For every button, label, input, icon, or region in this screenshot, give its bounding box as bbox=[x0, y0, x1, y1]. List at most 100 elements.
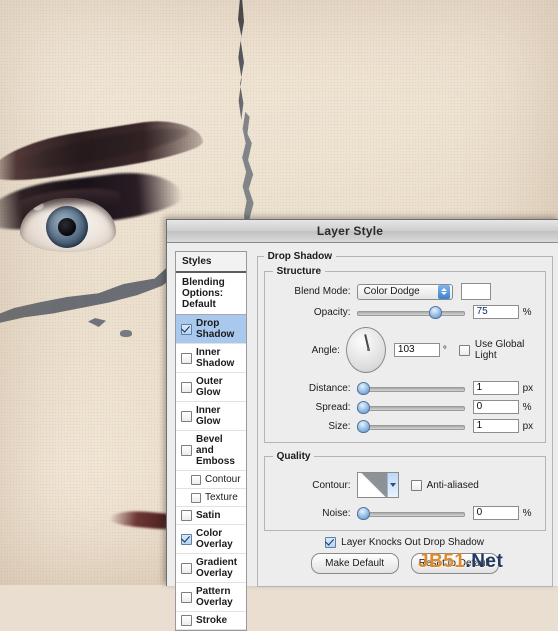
knockout-label: Layer Knocks Out Drop Shadow bbox=[341, 537, 484, 548]
slider-track bbox=[356, 425, 465, 430]
noise-input[interactable] bbox=[472, 506, 519, 520]
checkbox-bevel-and-emboss[interactable] bbox=[181, 445, 192, 456]
contour-preview[interactable] bbox=[356, 472, 399, 498]
distance-slider[interactable] bbox=[356, 382, 465, 395]
spread-slider[interactable] bbox=[356, 401, 465, 414]
checkbox-inner-shadow[interactable] bbox=[181, 352, 192, 364]
effect-item-inner-glow[interactable]: Inner Glow bbox=[176, 402, 246, 431]
checkbox-layer-knocks-out-drop-shadow[interactable] bbox=[325, 537, 337, 548]
structure-group: Structure Blend Mode: Color Dodge Opacit… bbox=[263, 266, 546, 443]
use-global-light-row[interactable]: Use Global Light bbox=[458, 339, 537, 361]
effect-label: Inner Shadow bbox=[196, 347, 235, 369]
checkbox-inner-glow[interactable] bbox=[181, 410, 192, 422]
effect-label: Color Overlay bbox=[196, 528, 233, 550]
shadow-color-swatch[interactable] bbox=[460, 283, 491, 300]
effect-label: Satin bbox=[196, 510, 221, 521]
effect-item-contour[interactable]: Contour bbox=[176, 471, 246, 489]
make-default-button[interactable]: Make Default bbox=[310, 553, 399, 574]
use-global-light-label: Use Global Light bbox=[474, 339, 525, 361]
settings-column: Drop Shadow Structure Blend Mode: Color … bbox=[253, 243, 558, 587]
effect-item-texture[interactable]: Texture bbox=[176, 489, 246, 507]
opacity-unit: % bbox=[522, 306, 532, 318]
anti-aliased-row[interactable]: Anti-aliased bbox=[410, 479, 479, 491]
styles-list: Styles Blending Options: Default Drop Sh… bbox=[175, 251, 247, 631]
effect-label: Pattern Overlay bbox=[196, 586, 233, 608]
effect-item-color-overlay[interactable]: Color Overlay bbox=[176, 525, 246, 554]
drop-shadow-group-title: Drop Shadow bbox=[267, 251, 333, 262]
effect-item-bevel-and-emboss[interactable]: Bevel and Emboss bbox=[176, 431, 246, 471]
size-input[interactable] bbox=[472, 419, 519, 433]
noise-label: Noise: bbox=[322, 507, 351, 519]
checkbox-color-overlay[interactable] bbox=[181, 533, 192, 545]
structure-group-title: Structure bbox=[276, 266, 322, 277]
blending-options-item[interactable]: Blending Options: Default bbox=[176, 273, 246, 315]
checkbox-drop-shadow[interactable] bbox=[181, 323, 192, 335]
effect-label: Stroke bbox=[196, 615, 228, 626]
effect-item-outer-glow[interactable]: Outer Glow bbox=[176, 373, 246, 402]
angle-input[interactable] bbox=[393, 343, 440, 357]
size-label: Size: bbox=[328, 420, 351, 432]
effect-item-drop-shadow[interactable]: Drop Shadow bbox=[176, 315, 246, 344]
spread-row: Spread: % bbox=[273, 400, 537, 414]
checkbox-gradient-overlay[interactable] bbox=[181, 562, 192, 574]
checkbox-contour[interactable] bbox=[191, 474, 201, 485]
contour-label: Contour: bbox=[312, 479, 351, 491]
dialog-title: Layer Style bbox=[316, 224, 384, 238]
slider-thumb[interactable] bbox=[356, 382, 370, 395]
angle-center-dot bbox=[366, 348, 370, 351]
quality-group: Quality Contour: Anti-aliased Noise: 0 % bbox=[263, 451, 546, 531]
checkbox-use-global-light[interactable] bbox=[458, 344, 470, 356]
opacity-row: Opacity: % bbox=[273, 305, 537, 319]
effect-label: Contour bbox=[205, 474, 241, 485]
checkbox-pattern-overlay[interactable] bbox=[181, 591, 192, 603]
slider-thumb[interactable] bbox=[356, 401, 370, 414]
effect-item-satin[interactable]: Satin bbox=[176, 507, 246, 525]
effect-label: Gradient Overlay bbox=[196, 557, 238, 579]
distance-row: Distance: px bbox=[273, 381, 537, 395]
angle-dial[interactable] bbox=[345, 327, 386, 373]
effects-list: Drop Shadow Inner Shadow Outer Glow Inne… bbox=[176, 315, 246, 630]
knockout-row[interactable]: Layer Knocks Out Drop Shadow bbox=[325, 537, 484, 548]
effect-item-gradient-overlay[interactable]: Gradient Overlay bbox=[176, 554, 246, 583]
blend-mode-label: Blend Mode: bbox=[294, 286, 351, 297]
effect-label: Bevel and Emboss bbox=[196, 434, 235, 467]
chevron-down-icon[interactable] bbox=[386, 473, 398, 497]
noise-slider[interactable] bbox=[356, 507, 465, 520]
blend-mode-select[interactable]: Color Dodge bbox=[356, 283, 453, 300]
opacity-input[interactable] bbox=[472, 305, 519, 319]
angle-label: Angle: bbox=[311, 344, 340, 356]
chevron-updown-icon[interactable] bbox=[437, 284, 450, 299]
dialog-body: Styles Blending Options: Default Drop Sh… bbox=[167, 243, 558, 631]
angle-row: Angle: ° Use Global Light bbox=[273, 327, 537, 373]
contour-row: Contour: Anti-aliased bbox=[273, 472, 537, 498]
spread-label: Spread: bbox=[315, 401, 351, 413]
checkbox-outer-glow[interactable] bbox=[181, 381, 192, 393]
blend-mode-value: Color Dodge bbox=[363, 286, 420, 297]
slider-thumb[interactable] bbox=[356, 420, 370, 433]
slider-thumb[interactable] bbox=[428, 306, 442, 319]
quality-group-title: Quality bbox=[276, 451, 311, 462]
effect-item-pattern-overlay[interactable]: Pattern Overlay bbox=[176, 583, 246, 612]
spread-unit: % bbox=[522, 401, 532, 413]
distance-unit: px bbox=[522, 382, 534, 394]
size-unit: px bbox=[522, 420, 534, 432]
styles-header[interactable]: Styles bbox=[176, 252, 246, 273]
checkbox-anti-aliased[interactable] bbox=[410, 479, 422, 491]
dialog-titlebar[interactable]: Layer Style bbox=[167, 220, 558, 243]
anti-aliased-label: Anti-aliased bbox=[426, 479, 479, 491]
size-slider[interactable] bbox=[356, 420, 465, 433]
watermark-part1: JB51 bbox=[418, 551, 466, 572]
checkbox-texture[interactable] bbox=[191, 492, 201, 503]
effect-label: Texture bbox=[205, 492, 238, 503]
effect-item-stroke[interactable]: Stroke bbox=[176, 612, 246, 630]
slider-thumb[interactable] bbox=[356, 507, 370, 520]
effect-item-inner-shadow[interactable]: Inner Shadow bbox=[176, 344, 246, 373]
opacity-slider[interactable] bbox=[356, 306, 465, 319]
distance-label: Distance: bbox=[308, 382, 351, 394]
distance-input[interactable] bbox=[472, 381, 519, 395]
spread-input[interactable] bbox=[472, 400, 519, 414]
effect-label: Outer Glow bbox=[196, 376, 223, 398]
checkbox-satin[interactable] bbox=[181, 510, 192, 521]
effect-label: Inner Glow bbox=[196, 405, 221, 427]
checkbox-stroke[interactable] bbox=[181, 615, 192, 626]
